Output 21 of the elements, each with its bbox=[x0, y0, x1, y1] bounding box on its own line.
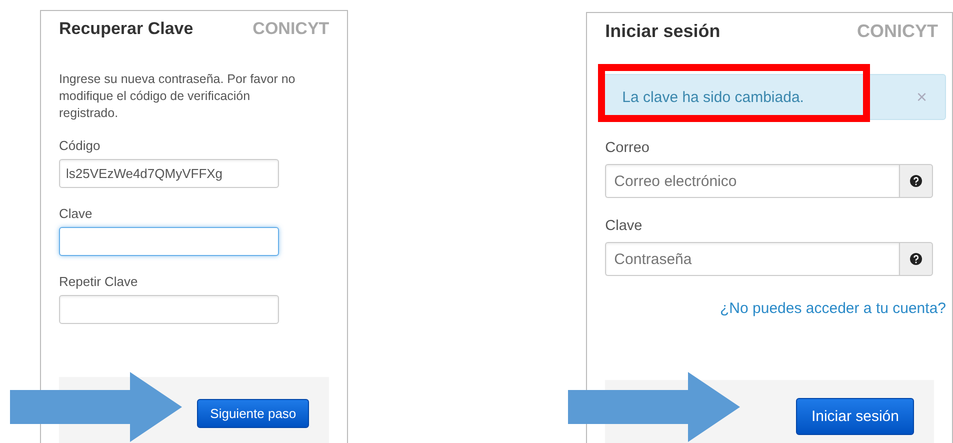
text-field[interactable] bbox=[59, 295, 279, 324]
field-label: Correo bbox=[605, 140, 650, 156]
field-label: Código bbox=[59, 138, 102, 153]
help-icon[interactable] bbox=[910, 253, 922, 265]
field-label: Clave bbox=[605, 218, 644, 234]
panel-title: Recuperar Clave bbox=[59, 19, 194, 39]
brand-logo-text: CONICYT bbox=[857, 21, 938, 42]
next-step-button[interactable]: Siguiente paso bbox=[197, 399, 310, 428]
text-field[interactable]: ls25VEzWe4d7QMyVFFXg bbox=[59, 159, 279, 188]
account-help-link[interactable]: ¿No puedes acceder a tu cuenta? bbox=[720, 300, 946, 317]
instructions-text: Ingrese su nueva contraseña. Por favor no modifique el código de verificación registrado. bbox=[59, 71, 296, 122]
text-field[interactable]: Contraseña bbox=[605, 242, 900, 276]
login-button[interactable]: Iniciar sesión bbox=[796, 398, 914, 434]
panel-title: Iniciar sesión bbox=[605, 21, 720, 42]
text-field[interactable] bbox=[59, 227, 279, 256]
field-label: Repetir Clave bbox=[59, 274, 139, 289]
alert-message: La clave ha sido cambiada. bbox=[622, 88, 804, 106]
field-label: Clave bbox=[59, 206, 94, 221]
brand-logo-text: CONICYT bbox=[252, 19, 330, 39]
help-icon[interactable] bbox=[910, 175, 922, 187]
text-field[interactable]: Correo electrónico bbox=[605, 164, 900, 198]
